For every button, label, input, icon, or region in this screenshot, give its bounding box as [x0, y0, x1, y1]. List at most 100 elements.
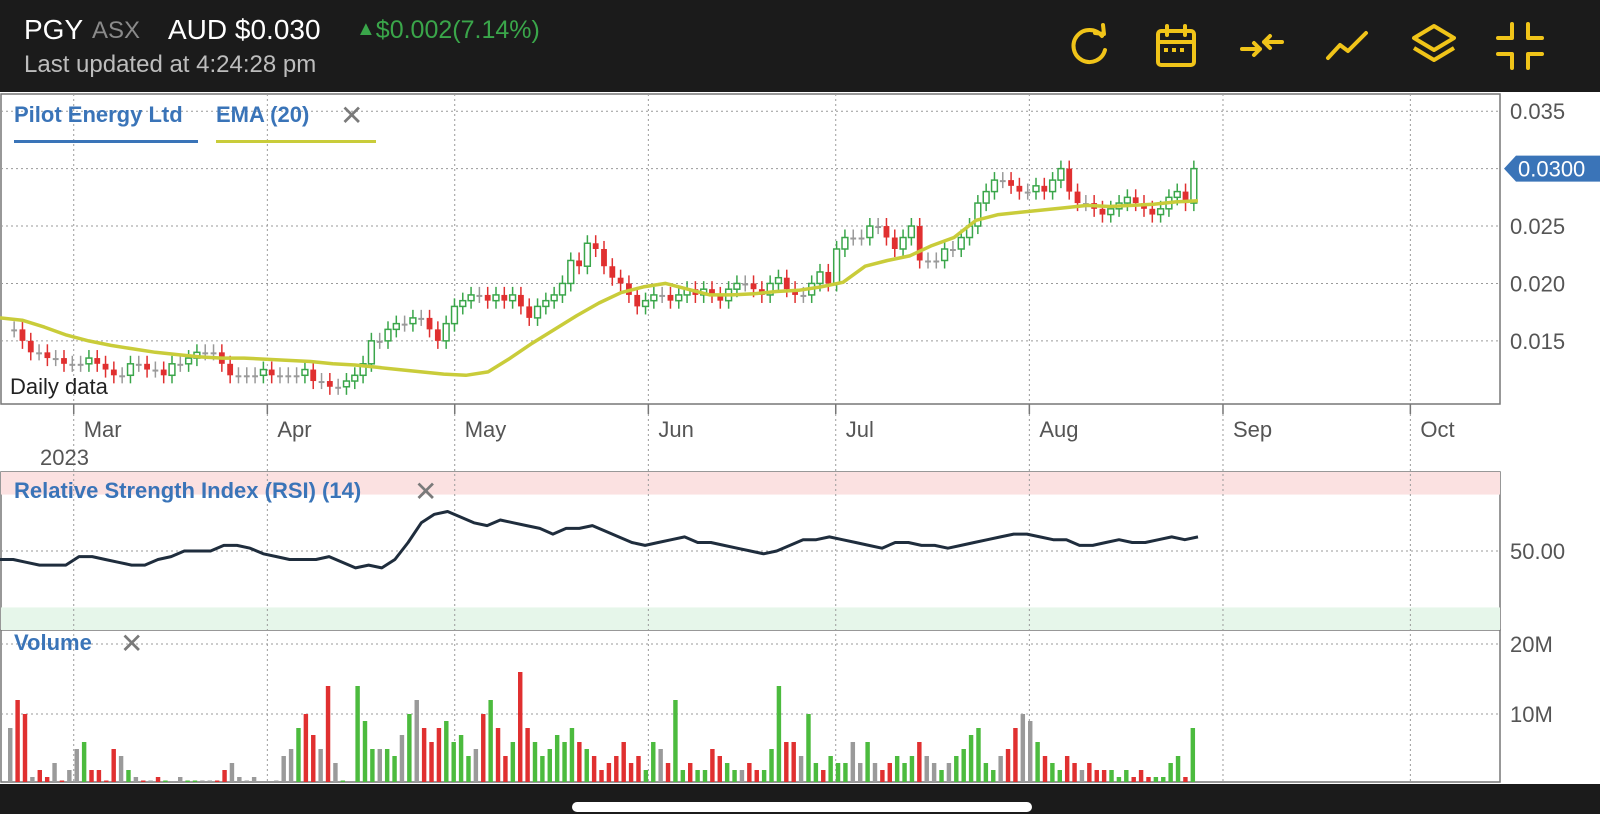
volume-bar	[59, 780, 65, 782]
volume-bar	[813, 763, 819, 782]
candle-body	[1041, 185, 1048, 192]
daily-data-label: Daily data	[10, 374, 108, 399]
layers-button[interactable]	[1406, 18, 1462, 74]
candle-body	[1107, 208, 1115, 216]
volume-bar	[1057, 770, 1062, 782]
change-percent: (7.14%)	[452, 16, 540, 44]
volume-bar	[525, 728, 530, 782]
volume-bar	[214, 780, 220, 782]
candle-body	[110, 369, 117, 376]
candle-body	[558, 282, 567, 296]
volume-y-tick-label: 10M	[1510, 702, 1553, 727]
candle-body	[508, 294, 517, 302]
volume-bar	[163, 780, 168, 782]
x-tick-label: May	[465, 417, 507, 442]
candle-body	[85, 357, 93, 365]
candle-body	[177, 363, 184, 366]
volume-bar	[569, 728, 575, 782]
candle-body	[1132, 197, 1139, 204]
header: PGY ASX AUD $0.030 ▲$0.002(7.14%) Last u…	[0, 0, 1600, 92]
volume-bar	[458, 735, 464, 782]
volume-bar	[954, 756, 959, 782]
volume-bar	[821, 770, 826, 782]
volume-bar	[850, 742, 856, 782]
volume-bar	[30, 777, 35, 782]
volume-bar	[562, 742, 567, 782]
volume-bar	[835, 763, 841, 782]
candle-body	[567, 259, 575, 285]
volume-bar	[81, 742, 87, 782]
candle-body	[484, 294, 491, 301]
candle-body	[367, 340, 376, 365]
candle-body	[351, 374, 359, 382]
volume-bar	[798, 756, 804, 782]
volume-bar	[1175, 756, 1181, 782]
chart-canvas[interactable]: Mar Apr May Jun Jul Aug Sep Oct 2023 0.035 0.025 0.…	[0, 92, 1600, 784]
indicators-button[interactable]	[1320, 18, 1376, 74]
volume-bar	[724, 763, 730, 782]
volume-bar	[141, 780, 146, 782]
volume-bar	[902, 763, 907, 782]
compare-button[interactable]	[1234, 18, 1290, 74]
volume-bar	[436, 728, 442, 782]
remove-ema-button[interactable]: ✕	[340, 102, 363, 130]
compare-icon	[1240, 34, 1284, 57]
remove-volume-button[interactable]: ✕	[120, 630, 143, 658]
volume-bar	[200, 780, 205, 782]
candle-body	[418, 317, 425, 320]
candle-body	[442, 322, 450, 342]
volume-bar	[636, 756, 641, 782]
collapse-icon	[1496, 22, 1544, 70]
candle-body	[384, 328, 392, 342]
volume-bar	[924, 756, 929, 782]
x-tick-label: Aug	[1039, 417, 1078, 442]
volume-bar	[791, 742, 796, 782]
home-indicator[interactable]	[572, 802, 1032, 812]
volume-bar	[1079, 770, 1085, 782]
volume-bar	[384, 749, 390, 782]
candle-body	[841, 236, 849, 250]
candle-body	[401, 323, 408, 326]
candle-body	[783, 277, 790, 290]
volume-bar	[769, 749, 774, 782]
x-tick-label: Jun	[658, 417, 693, 442]
volume-bar	[761, 770, 767, 782]
candle-body	[742, 283, 749, 286]
candle-body	[592, 243, 599, 249]
candle-body	[832, 248, 841, 285]
x-year-label: 2023	[40, 445, 89, 470]
volume-bar	[680, 770, 686, 782]
last-price-label: 0.0300	[1518, 157, 1585, 182]
volume-bar	[784, 742, 789, 782]
candle-body	[774, 276, 783, 285]
candle-body	[542, 299, 550, 308]
volume-bar	[503, 756, 508, 782]
refresh-button[interactable]	[1062, 18, 1118, 74]
chart-area[interactable]: Mar Apr May Jun Jul Aug Sep Oct 2023 0.035 0.025 0.…	[0, 92, 1600, 784]
candle-body	[285, 375, 292, 378]
refresh-icon	[1071, 23, 1107, 64]
y-tick-label: 0.025	[1510, 214, 1565, 239]
volume-bar	[754, 770, 759, 782]
collapse-button[interactable]	[1492, 18, 1548, 74]
volume-bar	[1131, 777, 1136, 782]
volume-bar	[1116, 777, 1122, 782]
volume-bar	[495, 728, 501, 782]
candle-body	[252, 375, 258, 378]
candle-body	[1123, 196, 1132, 204]
candle-body	[27, 340, 34, 353]
volume-bar	[872, 763, 878, 782]
volume-bar	[739, 770, 745, 782]
calendar-button[interactable]	[1148, 18, 1204, 74]
candle-body	[733, 282, 741, 290]
candle-body	[1048, 179, 1057, 193]
volume-bar	[858, 763, 863, 782]
volume-bar	[1042, 756, 1048, 782]
volume-bar	[606, 763, 612, 782]
volume-bar	[1101, 770, 1107, 782]
volume-bar	[968, 735, 974, 782]
volume-bar	[355, 686, 360, 782]
remove-rsi-button[interactable]: ✕	[414, 478, 437, 506]
candle-body	[434, 329, 441, 341]
candle-body	[982, 190, 990, 204]
